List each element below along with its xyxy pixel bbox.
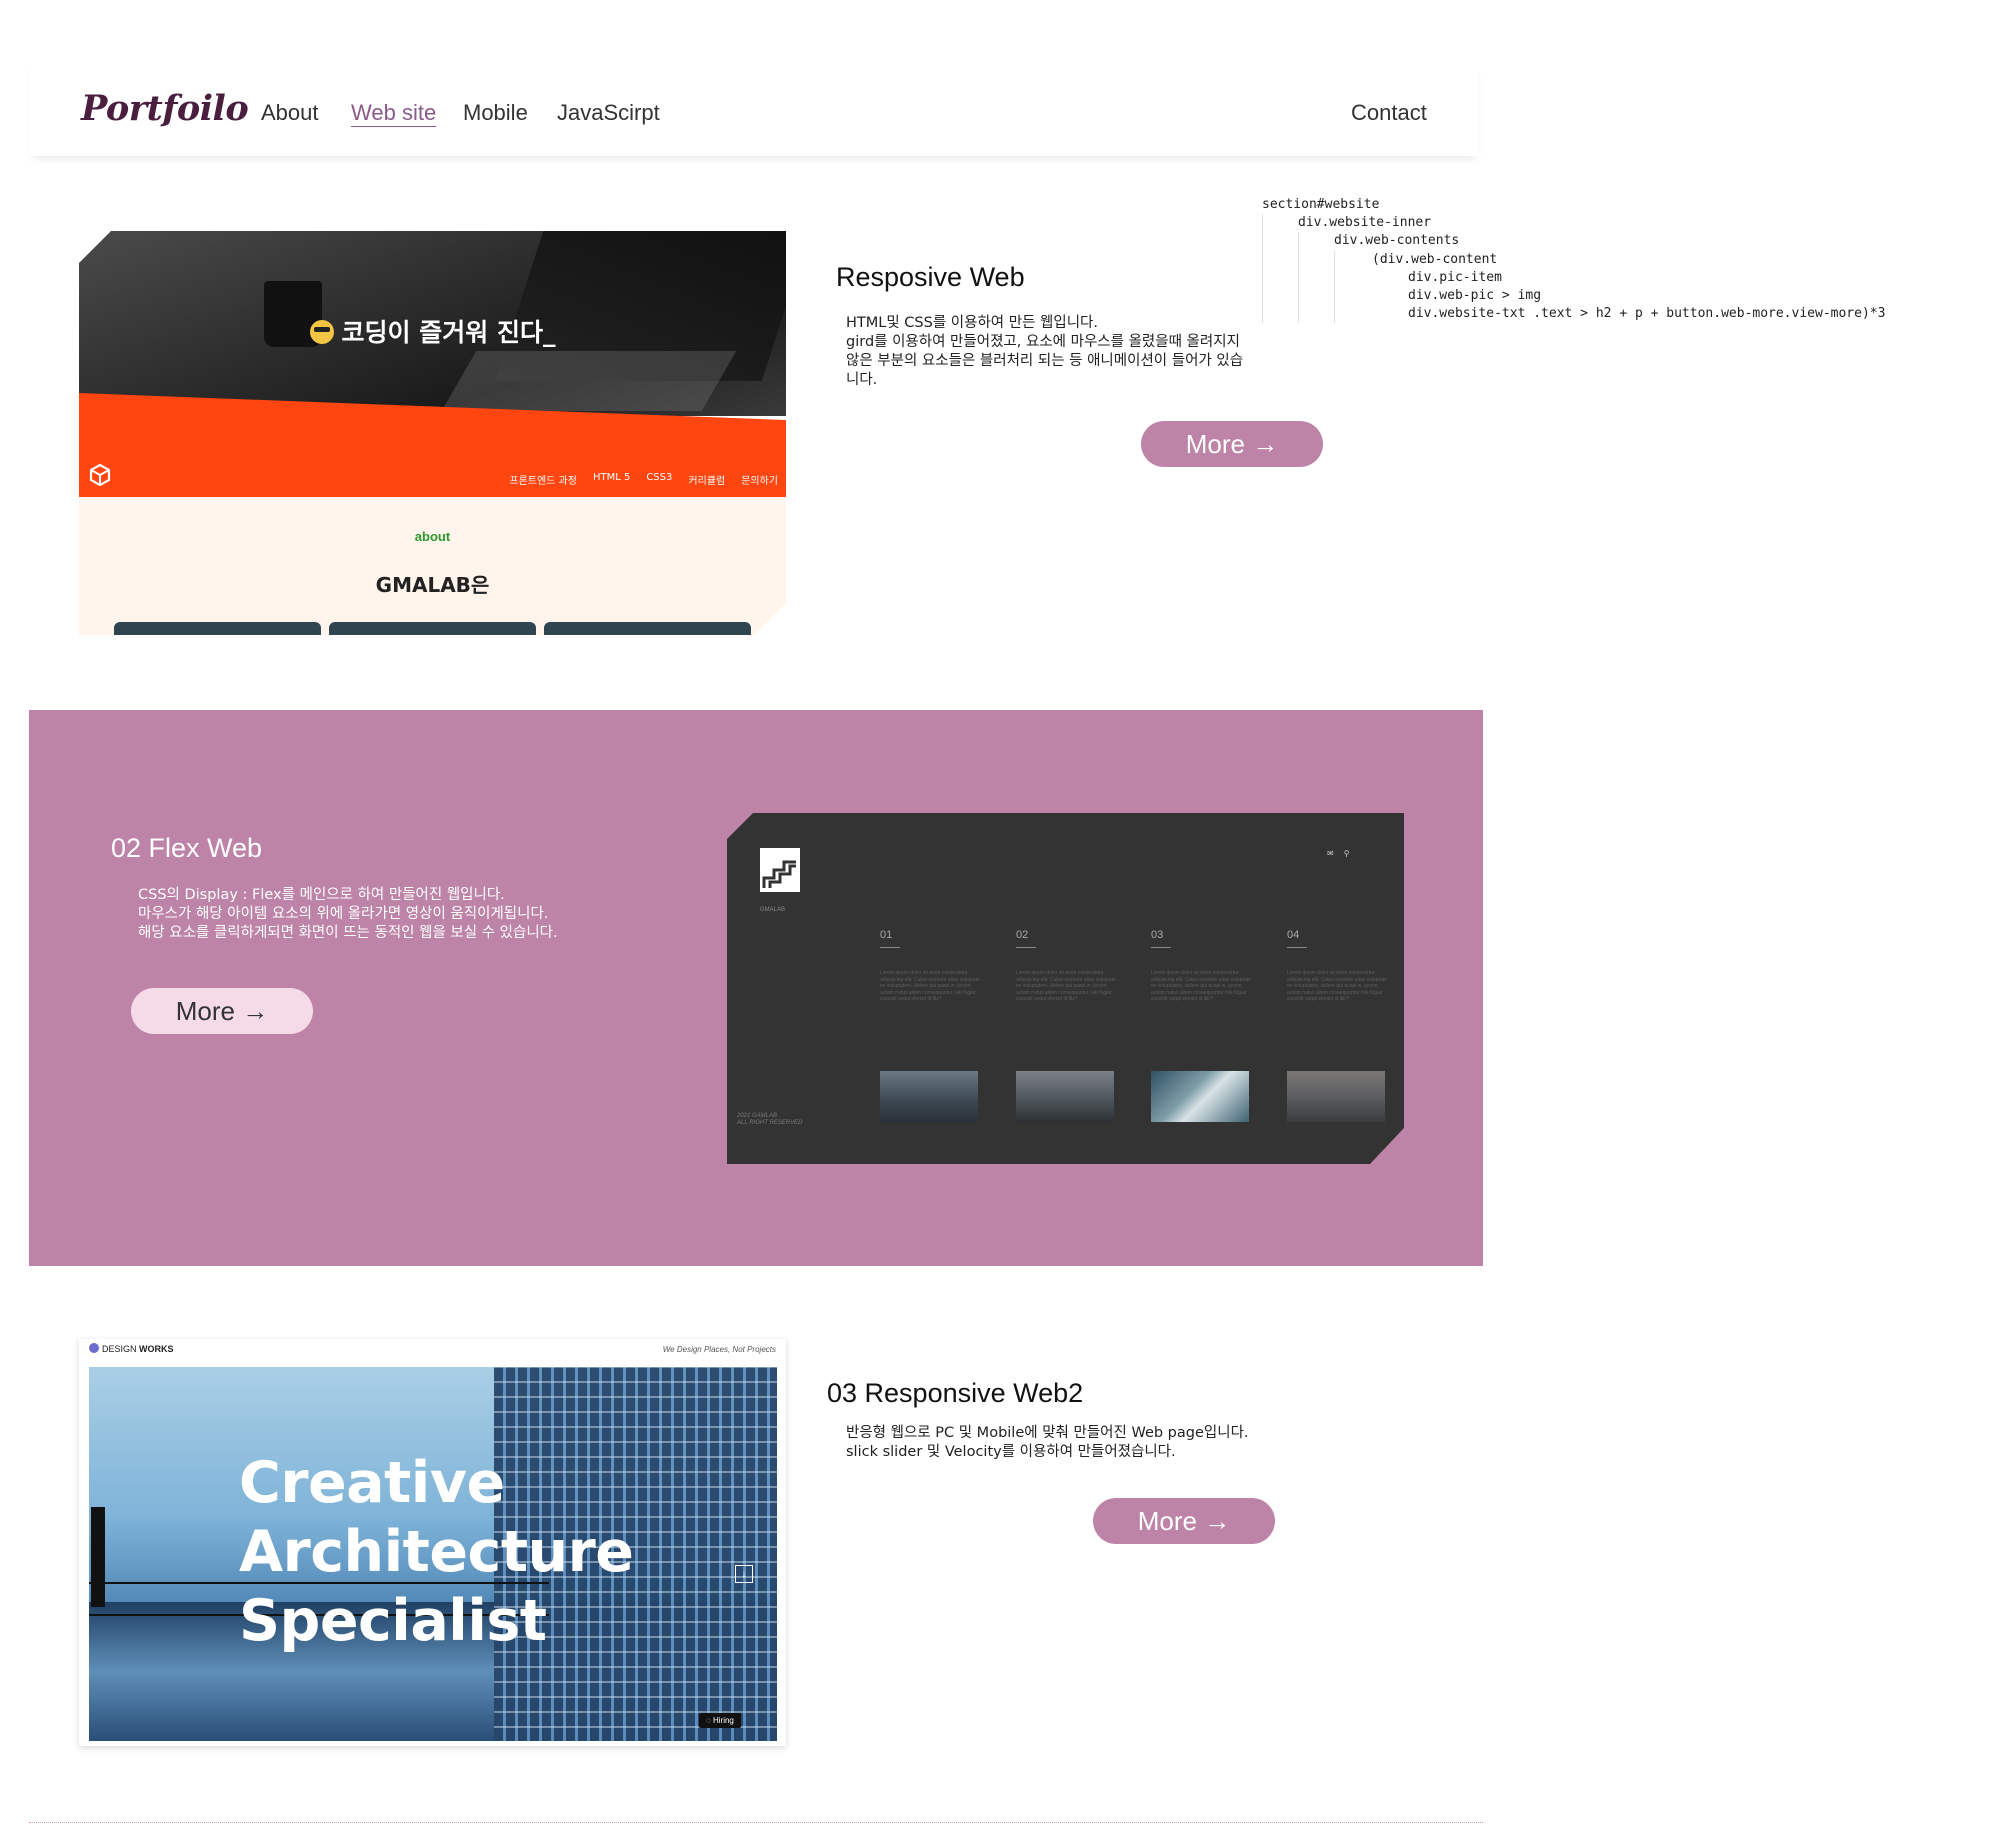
more-button-3[interactable]: More →	[1093, 1498, 1275, 1544]
column-thumbnail	[880, 1071, 978, 1122]
site-header: Portfoilo About Web site Mobile JavaScir…	[29, 60, 1479, 156]
hiring-badge: ◌ Hiring	[699, 1713, 741, 1728]
nav-contact[interactable]: Contact	[1351, 100, 1427, 126]
footer-divider	[29, 1822, 1483, 1823]
vertical-label-bar	[91, 1507, 105, 1607]
code-line: section#website	[1262, 197, 1380, 212]
preview-nav-item: 프론트엔드 과정	[509, 476, 577, 487]
more-button-2[interactable]: More →	[131, 988, 313, 1034]
architecture-photo: Creative Architecture Specialist ↓ ◌ Hir…	[89, 1367, 777, 1741]
nav-mobile[interactable]: Mobile	[463, 100, 528, 126]
mail-icon: ✉	[1327, 849, 1344, 858]
preview-nav-item: HTML 5	[592, 472, 631, 483]
preview-section-title: GMALAB은	[375, 573, 490, 597]
column-number: 03	[1151, 929, 1164, 941]
column-rule	[880, 947, 900, 948]
preview3-tagline: We Design Places, Not Projects	[662, 1345, 776, 1354]
more-button-1[interactable]: More →	[1141, 421, 1323, 467]
preview-hero-text: 코딩이 즐거워 진다_	[79, 313, 786, 349]
website-preview-3[interactable]: DESIGN WORKS We Design Places, Not Proje…	[79, 1339, 786, 1746]
code-line: div.website-inner	[1262, 214, 1885, 233]
column-rule	[1287, 947, 1307, 948]
section2-description: CSS의 Display : Flex를 메인으로 하여 만들어진 웹입니다. …	[138, 887, 558, 941]
code-line: div.website-txt .text > h2 + p + button.…	[1262, 305, 1885, 324]
nav-website[interactable]: Web site	[351, 100, 436, 126]
nav-javascript[interactable]: JavaScirpt	[557, 100, 660, 126]
preview2-icons: ✉⚲	[1327, 849, 1360, 858]
section3-description: 반응형 웹으로 PC 및 Mobile에 맞춰 만들어진 Web page입니다…	[846, 1425, 1249, 1460]
nav-about[interactable]: About	[261, 100, 319, 126]
search-icon: ⚲	[1343, 849, 1360, 858]
column-thumbnail	[1151, 1071, 1249, 1122]
preview2-footer: 2021 GAMLAB ALL RIGHT RESERVED	[737, 1113, 803, 1126]
column-number: 02	[1016, 929, 1029, 941]
section1-description: HTML및 CSS를 이용하여 만든 웹입니다. gird를 이용하여 만들어졌…	[846, 315, 1244, 388]
preview3-brand: DESIGN WORKS	[89, 1343, 174, 1354]
code-line: (div.web-content	[1262, 250, 1885, 269]
preview2-brand: GMALAB	[760, 907, 786, 913]
brand-logo-icon	[89, 1343, 99, 1353]
column-text: Lorem ipsum dolor sit amet consectetur, …	[1016, 970, 1116, 1002]
column-rule	[1151, 947, 1171, 948]
sunglasses-emoji-icon	[309, 320, 334, 344]
chat-icon: ◌	[706, 1716, 713, 1725]
code-line: div.web-pic > img	[1262, 286, 1885, 306]
column-text: Lorem ipsum dolor sit amet consectetur, …	[1287, 970, 1387, 1002]
code-line: div.web-contents	[1262, 232, 1885, 251]
preview-nav: 프론트엔드 과정 HTML 5 CSS3 커리큘럼 문의하기	[509, 472, 778, 487]
keyboard-shape	[441, 351, 737, 411]
preview-nav-item: 커리큘럼	[688, 476, 726, 487]
preview-about-section	[79, 497, 786, 635]
preview-nav-item: 문의하기	[741, 476, 778, 487]
code-snippet: section#website div.website-inner div.we…	[1262, 196, 1885, 324]
section1-title: Resposive Web	[836, 262, 1025, 292]
column-thumbnail	[1016, 1071, 1114, 1122]
preview3-headline: Creative Architecture Specialist	[239, 1450, 634, 1654]
preview-card-tab	[329, 622, 536, 635]
preview-about-label: about	[414, 529, 451, 544]
website-preview-1[interactable]: 코딩이 즐거워 진다_ 프론트엔드 과정 HTML 5 CSS3 커리큘럼 문의…	[79, 231, 786, 635]
website-preview-2[interactable]: GMALAB ✉⚲ 01 Lorem ipsum dolor sit amet …	[727, 813, 1404, 1164]
section2-title: 02 Flex Web	[111, 833, 263, 863]
scroll-down-icon: ↓	[735, 1565, 753, 1583]
column-number: 01	[880, 929, 893, 941]
cube-logo-icon	[89, 464, 111, 486]
logo[interactable]: Portfoilo	[81, 88, 249, 129]
preview-card-tab	[114, 622, 321, 635]
gmalab-logo-icon	[760, 848, 800, 892]
column-number: 04	[1287, 929, 1300, 941]
preview-card-tab	[544, 622, 751, 635]
section3-title: 03 Responsive Web2	[827, 1378, 1084, 1408]
column-text: Lorem ipsum dolor sit amet consectetur, …	[880, 970, 980, 1002]
column-thumbnail	[1287, 1071, 1385, 1122]
preview-nav-item: CSS3	[646, 472, 673, 483]
column-rule	[1016, 947, 1036, 948]
code-line: div.pic-item	[1262, 268, 1885, 287]
column-text: Lorem ipsum dolor sit amet consectetur, …	[1151, 970, 1251, 1002]
